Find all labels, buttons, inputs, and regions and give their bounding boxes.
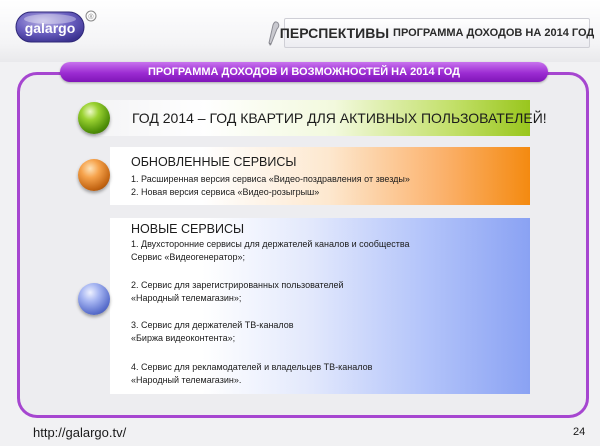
list-item: 1. Двухсторонние сервисы для держателей … [131,239,410,249]
list-item: Сервис «Видеогенератор»; [131,252,246,262]
section-banner: ПРОГРАММА ДОХОДОВ И ВОЗМОЖНОСТЕЙ НА 2014… [60,62,548,82]
list-item: 3. Сервис для держателей ТВ-каналов [131,320,294,330]
galargo-logo: galargo ® [15,10,97,43]
slide-header: galargo ® ПЕРСПЕКТИВЫ ПРОГРАММА ДОХОДОВ … [0,0,600,62]
list-item: «Народный телемагазин». [131,375,242,385]
logo-text: galargo [25,20,76,36]
orange-bullet-icon [78,159,110,191]
item-band-apartments: ГОД 2014 – ГОД КВАРТИР ДЛЯ АКТИВНЫХ ПОЛЬ… [96,100,547,136]
slide-title-sub: ПРОГРАММА ДОХОДОВ НА 2014 ГОД [393,27,595,39]
list-item: 4. Сервис для рекламодателей и владельце… [131,362,373,372]
item-title-new-services: НОВЫЕ СЕРВИСЫ [131,222,245,236]
list-item: 1. Расширенная версия сервиса «Видео-поз… [131,174,410,184]
slide-title: ПЕРСПЕКТИВЫ ПРОГРАММА ДОХОДОВ НА 2014 ГО… [280,18,594,48]
page-number: 24 [573,426,586,438]
slide-title-main: ПЕРСПЕКТИВЫ [279,25,390,41]
list-item: «Биржа видеоконтента»; [131,333,236,343]
svg-text:®: ® [88,13,94,21]
green-bullet-icon [78,102,110,134]
blue-bullet-icon [78,283,110,315]
item-band-updated-services: ОБНОВЛЕННЫЕ СЕРВИСЫ 1. Расширенная верси… [110,147,530,205]
list-item: 2. Сервис для зарегистрированных пользов… [131,280,344,290]
list-item: «Народный телемагазин»; [131,293,242,303]
item-title-updated-services: ОБНОВЛЕННЫЕ СЕРВИСЫ [131,155,297,169]
list-item: 2. Новая версия сервиса «Видео-розыгрыш» [131,187,320,197]
item-band-new-services: НОВЫЕ СЕРВИСЫ 1. Двухсторонние сервисы д… [110,218,530,394]
item-title-apartments: ГОД 2014 – ГОД КВАРТИР ДЛЯ АКТИВНЫХ ПОЛЬ… [132,110,547,126]
website-link[interactable]: http://galargo.tv/ [33,425,126,440]
